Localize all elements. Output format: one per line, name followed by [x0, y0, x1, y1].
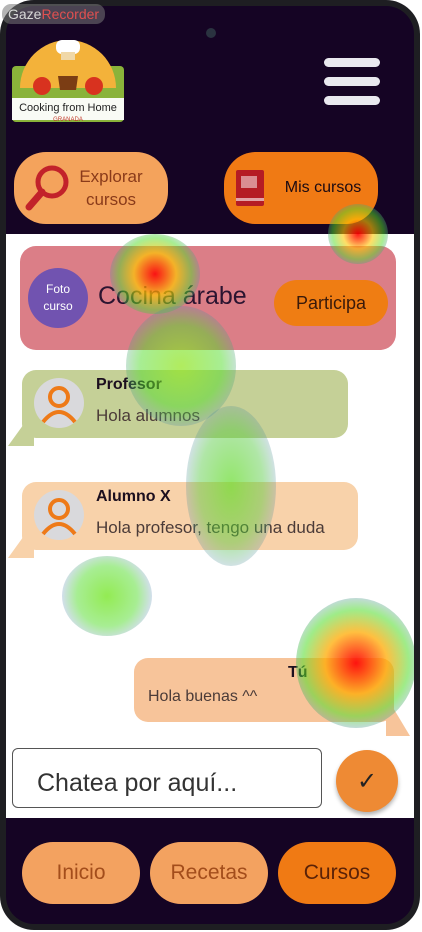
app-screen: Cooking from Home GRANADA Explorar curso…	[6, 6, 414, 924]
phone-frame: Cooking from Home GRANADA Explorar curso…	[0, 0, 420, 930]
message-text: Hola alumnos	[96, 406, 200, 425]
hamburger-menu-icon[interactable]	[324, 58, 380, 106]
my-courses-button[interactable]: Mis cursos	[224, 152, 378, 224]
watermark-part2: Recorder	[41, 6, 100, 22]
message-sender: Tú	[288, 664, 308, 681]
gaze-recorder-watermark: GazeRecorder	[2, 4, 106, 24]
search-icon	[25, 165, 69, 211]
message-text: Hola profesor, tengo una duda	[96, 518, 325, 537]
join-button[interactable]: Participa	[274, 280, 388, 326]
course-photo: Foto curso	[28, 268, 88, 328]
logo-subtitle: GRANADA	[53, 117, 83, 123]
message-text: Hola buenas ^^	[148, 688, 258, 705]
camera-dot	[206, 28, 216, 38]
course-photo-line2: curso	[43, 299, 73, 313]
message-bubble-student: Alumno X Hola profesor, tengo una duda	[22, 482, 358, 550]
chat-input[interactable]: Chatea por aquí...	[12, 748, 322, 808]
course-title: Cocina árabe	[98, 282, 247, 310]
chat-area: Foto curso Cocina árabe Participa Profes…	[6, 234, 414, 818]
user-avatar-icon	[34, 378, 84, 428]
logo-title: Cooking from Home	[19, 102, 117, 114]
app-logo: Cooking from Home GRANADA	[12, 40, 124, 123]
nav-inicio-button[interactable]: Inicio	[22, 842, 140, 904]
explore-label-line2: cursos	[85, 190, 137, 209]
watermark-part1: Gaze	[8, 6, 42, 22]
message-bubble-own: Tú Hola buenas ^^	[134, 658, 394, 722]
nav-recetas-button[interactable]: Recetas	[150, 842, 268, 904]
book-icon	[236, 170, 264, 206]
send-checkmark-icon[interactable]: ✓	[336, 750, 398, 812]
user-avatar-icon	[34, 490, 84, 540]
my-courses-label: Mis cursos	[284, 179, 362, 196]
explore-label-line1: Explorar	[79, 167, 143, 186]
chat-input-placeholder: Chatea por aquí...	[37, 768, 238, 797]
course-photo-line1: Foto	[45, 282, 70, 296]
message-sender: Profesor	[96, 376, 162, 393]
course-card: Foto curso Cocina árabe Participa	[20, 246, 396, 350]
explore-courses-button[interactable]: Explorar cursos	[14, 152, 168, 224]
message-bubble-teacher: Profesor Hola alumnos	[22, 370, 348, 438]
nav-cursos-button[interactable]: Cursos	[278, 842, 396, 904]
message-sender: Alumno X	[96, 488, 171, 505]
